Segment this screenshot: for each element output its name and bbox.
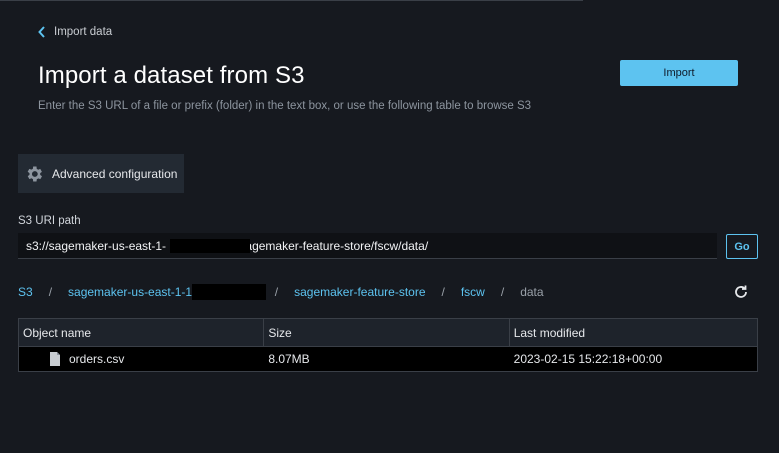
import-button[interactable]: Import bbox=[620, 60, 738, 86]
gear-icon bbox=[27, 166, 42, 181]
table-row[interactable]: orders.csv 8.07MB 2023-02-15 15:22:18+00… bbox=[19, 347, 757, 371]
back-link-label: Import data bbox=[54, 26, 113, 38]
last-modified-cell: 2023-02-15 15:22:18+00:00 bbox=[513, 352, 663, 366]
breadcrumb-fscw[interactable]: fscw bbox=[461, 285, 485, 299]
objects-table: Object name Size Last modified orders.cs… bbox=[18, 318, 758, 372]
redaction-block bbox=[170, 239, 250, 253]
advanced-configuration-label: Advanced configuration bbox=[52, 166, 178, 181]
column-header-last-modified[interactable]: Last modified bbox=[510, 319, 757, 346]
s3-uri-input[interactable] bbox=[18, 233, 717, 259]
file-icon bbox=[50, 352, 60, 366]
refresh-icon[interactable] bbox=[733, 284, 749, 300]
column-header-object-name[interactable]: Object name bbox=[19, 319, 265, 346]
breadcrumb-separator: / bbox=[500, 285, 505, 299]
redaction-block bbox=[192, 284, 266, 300]
chevron-left-icon bbox=[38, 26, 45, 38]
top-divider bbox=[0, 0, 583, 1]
object-name-cell: orders.csv bbox=[19, 347, 264, 371]
go-button[interactable]: Go bbox=[726, 234, 758, 259]
s3-uri-label: S3 URI path bbox=[18, 215, 81, 227]
page-title: Import a dataset from S3 bbox=[38, 62, 305, 89]
breadcrumb-s3[interactable]: S3 bbox=[18, 285, 33, 299]
breadcrumb-separator: / bbox=[441, 285, 445, 299]
column-header-size[interactable]: Size bbox=[264, 319, 510, 346]
table-header: Object name Size Last modified bbox=[19, 319, 757, 347]
size-cell: 8.07MB bbox=[268, 352, 310, 366]
advanced-configuration-button[interactable]: Advanced configuration bbox=[18, 154, 184, 193]
breadcrumb-separator: / bbox=[48, 285, 53, 299]
breadcrumb-data: data bbox=[520, 285, 544, 299]
page-subtitle: Enter the S3 URL of a file or prefix (fo… bbox=[38, 100, 532, 112]
back-link[interactable]: Import data bbox=[38, 26, 112, 38]
breadcrumb-feature-store[interactable]: sagemaker-feature-store bbox=[294, 285, 425, 299]
breadcrumb: S3 / sagemaker-us-east-1-1 7 / sagemaker… bbox=[18, 285, 544, 299]
object-name: orders.csv bbox=[69, 352, 125, 366]
